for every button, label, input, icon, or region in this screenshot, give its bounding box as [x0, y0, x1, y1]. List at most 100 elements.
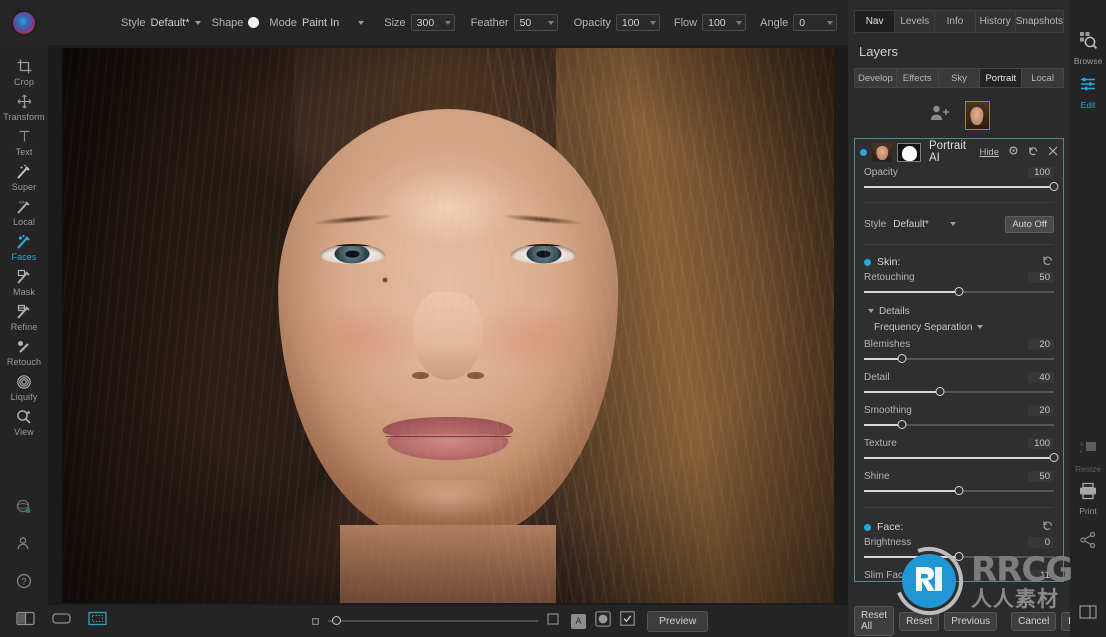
chevron-down-icon[interactable] — [827, 20, 834, 25]
tool-local[interactable]: <> Local — [0, 194, 48, 229]
chevron-down-icon[interactable] — [868, 309, 874, 313]
slider-handle[interactable] — [954, 552, 964, 561]
feather-input[interactable]: 50 — [513, 14, 558, 31]
face-thumbnail[interactable] — [964, 100, 990, 130]
account-icon[interactable] — [15, 535, 33, 558]
tool-crop[interactable]: Crop — [0, 54, 48, 89]
flow-input[interactable]: 100 — [702, 14, 747, 31]
skin-enabled-toggle[interactable] — [864, 258, 871, 266]
tab-portrait[interactable]: Portrait — [979, 68, 1022, 88]
filmstrip-icon[interactable] — [52, 611, 71, 631]
angle-input[interactable]: 0 — [793, 14, 838, 31]
opacity-input[interactable]: 100 — [615, 14, 660, 31]
help-icon[interactable]: ? — [15, 572, 33, 595]
layer-settings-icon[interactable] — [1008, 143, 1019, 161]
crop-overlay-icon[interactable] — [88, 611, 107, 631]
texture-slider[interactable] — [864, 452, 1059, 463]
slider-handle[interactable] — [954, 486, 964, 495]
slider-handle[interactable] — [897, 354, 907, 363]
chevron-down-icon[interactable] — [358, 20, 365, 25]
slider-handle[interactable] — [1049, 453, 1059, 462]
style-control[interactable]: Style Default* — [121, 17, 201, 29]
face-enabled-toggle[interactable] — [864, 523, 871, 531]
hide-link[interactable]: Hide — [979, 147, 999, 158]
brightness-slider[interactable] — [864, 551, 1054, 562]
zoom-in-icon[interactable] — [547, 612, 559, 630]
chevron-down-icon[interactable] — [977, 325, 984, 329]
chevron-down-icon[interactable] — [444, 20, 451, 25]
slider-handle[interactable] — [1049, 182, 1059, 191]
details-subsection-header[interactable]: Details — [855, 303, 1063, 319]
brush-shape-icon[interactable] — [248, 17, 260, 28]
layer-thumbnail[interactable] — [872, 142, 892, 162]
rail-edit[interactable]: Edit — [1078, 70, 1098, 114]
tool-faces[interactable]: Faces — [0, 229, 48, 264]
tab-effects[interactable]: Effects — [895, 68, 938, 88]
app-logo-icon[interactable] — [13, 11, 35, 34]
tool-view[interactable]: View — [0, 404, 48, 439]
face-reset-icon[interactable] — [1042, 518, 1054, 536]
tool-liquify[interactable]: Liquify — [0, 369, 48, 404]
close-icon[interactable] — [1048, 143, 1058, 161]
add-person-icon[interactable] — [929, 104, 951, 126]
tool-retouch[interactable]: Retouch — [0, 334, 48, 369]
sync-status-icon[interactable] — [15, 498, 33, 521]
tab-nav[interactable]: Nav — [854, 10, 895, 33]
size-control[interactable]: Size 300 — [384, 14, 455, 31]
opacity-control[interactable]: Opacity 100 — [574, 14, 660, 31]
tool-transform[interactable]: Transform — [0, 89, 48, 124]
angle-control[interactable]: Angle 0 — [760, 14, 838, 31]
slider-handle[interactable] — [954, 287, 964, 296]
tool-refine[interactable]: Refine — [0, 299, 48, 334]
size-input[interactable]: 300 — [410, 14, 455, 31]
reset-button[interactable]: Reset — [899, 611, 940, 631]
tool-super[interactable]: Super — [0, 159, 48, 194]
shape-control[interactable]: Shape — [212, 17, 260, 29]
opacity-slider[interactable] — [864, 181, 1059, 192]
previous-button[interactable]: Previous — [944, 611, 998, 631]
zoom-out-icon[interactable] — [312, 612, 319, 630]
mode-control[interactable]: Mode Paint In — [269, 17, 365, 29]
chevron-down-icon[interactable] — [649, 20, 656, 25]
frequency-separation-dropdown[interactable]: Frequency Separation — [855, 319, 1063, 335]
tab-develop[interactable]: Develop — [854, 68, 896, 88]
tool-mask[interactable]: Mask — [0, 264, 48, 299]
slider-handle[interactable] — [935, 387, 945, 396]
preview-button[interactable]: Preview — [647, 610, 709, 632]
layer-reset-icon[interactable] — [1028, 143, 1039, 161]
slider-handle[interactable] — [897, 420, 907, 429]
circle-overlay-icon[interactable] — [595, 610, 611, 632]
zoom-slider[interactable] — [328, 616, 538, 625]
split-view-icon[interactable] — [16, 611, 35, 631]
tab-levels[interactable]: Levels — [894, 10, 935, 33]
tool-text[interactable]: Text — [0, 124, 48, 159]
rail-print[interactable]: Print — [1078, 478, 1098, 520]
chevron-down-icon[interactable] — [949, 222, 956, 226]
rail-resize[interactable]: AB Resize — [1075, 436, 1101, 478]
chevron-down-icon[interactable] — [736, 20, 743, 25]
tab-snapshots[interactable]: Snapshots — [1014, 10, 1065, 33]
tab-info[interactable]: Info — [934, 10, 975, 33]
skin-reset-icon[interactable] — [1042, 253, 1054, 271]
checkmark-overlay-icon[interactable] — [620, 611, 635, 631]
flow-control[interactable]: Flow 100 — [674, 14, 747, 31]
text-overlay-button[interactable]: A — [571, 613, 586, 629]
rail-browse[interactable]: Browse — [1074, 26, 1102, 70]
rail-share[interactable] — [1078, 526, 1098, 559]
tab-local[interactable]: Local — [1021, 68, 1064, 88]
tab-history[interactable]: History — [974, 10, 1015, 33]
portrait-photo[interactable] — [62, 47, 834, 603]
smoothing-slider[interactable] — [864, 419, 1054, 430]
detail-slider[interactable] — [864, 386, 1054, 397]
layer-visibility-toggle[interactable] — [860, 148, 867, 156]
tab-sky[interactable]: Sky — [937, 68, 980, 88]
layer-style-row[interactable]: Style Default* Auto Off — [855, 213, 1063, 235]
feather-control[interactable]: Feather 50 — [471, 14, 558, 31]
cancel-button[interactable]: Cancel — [1011, 611, 1057, 631]
layer-mask-thumbnail[interactable] — [897, 142, 921, 162]
chevron-down-icon[interactable] — [194, 20, 201, 25]
image-canvas-area[interactable] — [48, 45, 848, 605]
auto-toggle-button[interactable]: Auto Off — [1005, 215, 1054, 233]
shine-slider[interactable] — [864, 485, 1054, 496]
zoom-slider-handle[interactable] — [332, 616, 341, 625]
